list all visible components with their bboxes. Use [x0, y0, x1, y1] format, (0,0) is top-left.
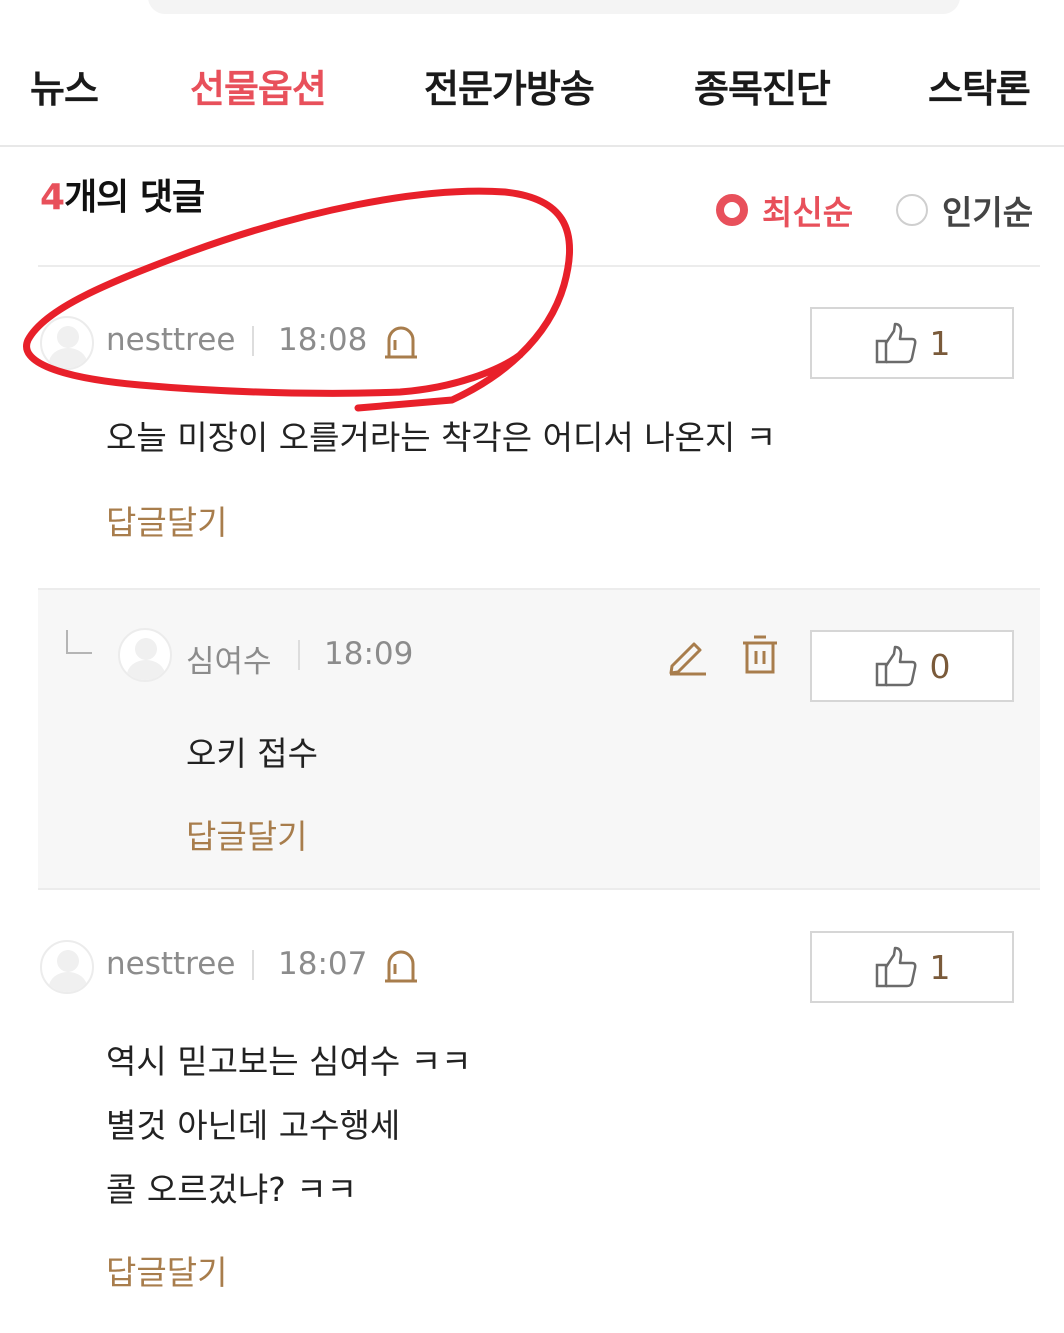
meta-separator [298, 640, 300, 670]
reply-link[interactable]: 답글달기 [186, 810, 307, 858]
comment-time: 18:08 [278, 322, 368, 358]
divider [38, 265, 1040, 267]
thumbs-up-icon [875, 946, 916, 988]
nav-tab-futures-options[interactable]: 선물옵션 [190, 58, 327, 113]
radio-selected-icon[interactable] [716, 194, 748, 226]
sort-latest-label: 최신순 [762, 193, 854, 232]
thumbs-up-icon [875, 322, 916, 364]
avatar [40, 940, 94, 994]
nav-tab-expert-broadcast[interactable]: 전문가방송 [424, 58, 595, 113]
radio-unselected-icon[interactable] [896, 194, 928, 226]
sort-popular-label: 인기순 [942, 193, 1034, 232]
reply-link[interactable]: 답글달기 [106, 496, 227, 544]
like-button[interactable]: 0 [810, 630, 1014, 702]
comment-time: 18:07 [278, 946, 368, 982]
report-siren-icon[interactable] [382, 946, 420, 986]
like-button[interactable]: 1 [810, 931, 1014, 1003]
thumbs-up-icon [875, 645, 916, 687]
reply-author: 심여수 [186, 644, 272, 680]
sort-popular-option[interactable]: 인기순 [896, 186, 1033, 234]
comment-text-line: 별것 아닌데 고수행세 [106, 1106, 401, 1145]
category-nav: 뉴스 선물옵션 전문가방송 종목진단 스탁론 [0, 0, 1064, 147]
meta-separator [252, 950, 254, 980]
comment-text-line: 역시 믿고보는 심여수 ㅋㅋ [106, 1042, 472, 1081]
comment-count-title: 4개의 댓글 [40, 168, 205, 220]
reply-time: 18:09 [324, 636, 414, 672]
reply-link[interactable]: 답글달기 [106, 1246, 227, 1294]
edit-pencil-icon[interactable] [666, 636, 708, 676]
delete-trash-icon[interactable] [740, 634, 780, 676]
comment-text-line: 콜 오르겄냐? ㅋㅋ [106, 1170, 358, 1209]
avatar [118, 628, 172, 682]
comment-count-number: 4 [40, 177, 65, 218]
like-count: 0 [929, 646, 951, 686]
like-count: 1 [929, 323, 951, 363]
like-count: 1 [929, 947, 951, 987]
nav-tab-stock-loan[interactable]: 스탁론 [928, 58, 1031, 113]
avatar [40, 316, 94, 370]
meta-separator [252, 326, 254, 356]
sort-latest-option[interactable]: 최신순 [716, 186, 853, 234]
nav-tab-news[interactable]: 뉴스 [30, 58, 99, 113]
reply-text: 오키 접수 [186, 734, 318, 773]
comment-author: nesttree [106, 322, 236, 358]
comment-text: 오늘 미장이 오를거라는 착각은 어디서 나온지 ㅋ [106, 418, 777, 457]
comment-author: nesttree [106, 946, 236, 982]
comment-count-suffix: 개의 댓글 [64, 177, 205, 218]
like-button[interactable]: 1 [810, 307, 1014, 379]
report-siren-icon[interactable] [382, 322, 420, 362]
reply-indent-icon [66, 630, 92, 654]
nav-tab-stock-diagnosis[interactable]: 종목진단 [694, 58, 831, 113]
